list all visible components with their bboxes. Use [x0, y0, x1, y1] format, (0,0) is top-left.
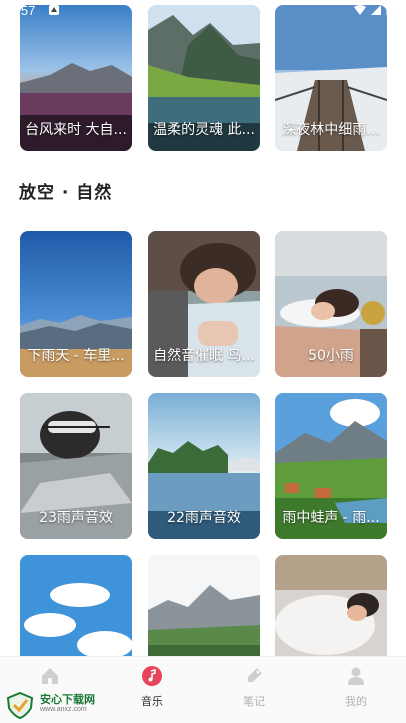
- watermark-url: www.anxz.com: [40, 706, 87, 713]
- sound-card[interactable]: 22雨声音效: [148, 393, 260, 539]
- sound-card[interactable]: 温柔的灵魂 此...: [148, 5, 260, 151]
- nav-label: 我的: [345, 695, 367, 708]
- section-title: 放空 · 自然: [19, 183, 113, 203]
- card-title: 自然音催眠 鸟...: [153, 348, 255, 364]
- card-title: 23雨声音效: [39, 510, 113, 526]
- card-title: 50小雨: [308, 348, 354, 364]
- status-time: 2:57: [10, 3, 36, 18]
- sound-card[interactable]: 23雨声音效: [20, 393, 132, 539]
- card-title: 下雨天 - 车里...: [27, 348, 125, 364]
- wifi-icon: [354, 5, 366, 15]
- note-icon: [248, 668, 262, 682]
- shield-icon: [6, 691, 34, 720]
- card-title: 台风来时 大自...: [25, 122, 127, 138]
- watermark-logo: 安心下载网 www.anxz.com: [4, 691, 116, 720]
- signal-icon: [371, 5, 381, 15]
- sound-card[interactable]: 台风来时 大自...: [20, 5, 132, 151]
- nav-music[interactable]: 音乐: [112, 665, 192, 709]
- status-bar: 2:57: [0, 0, 406, 22]
- nav-label: 音乐: [141, 695, 163, 708]
- card-title: 温柔的灵魂 此...: [153, 122, 255, 138]
- profile-icon: [348, 667, 364, 685]
- card-title: 雨中蛙声 - 雨...: [282, 510, 380, 526]
- home-icon: [42, 668, 58, 684]
- watermark-brand: 安心下载网: [40, 693, 95, 706]
- sound-card[interactable]: 下雨天 - 车里...: [20, 231, 132, 377]
- sound-card[interactable]: 深夜林中细雨...: [275, 5, 387, 151]
- battery-icon: [386, 4, 394, 16]
- card-title: 22雨声音效: [167, 510, 241, 526]
- sound-card[interactable]: 自然音催眠 鸟...: [148, 231, 260, 377]
- nav-home[interactable]: [10, 665, 90, 693]
- nav-label: 笔记: [243, 695, 265, 708]
- nav-notes[interactable]: 笔记: [214, 665, 294, 709]
- card-title: 深夜林中细雨...: [282, 122, 380, 138]
- sound-card[interactable]: 雨中蛙声 - 雨...: [275, 393, 387, 539]
- notification-icon: [49, 5, 59, 15]
- nav-profile[interactable]: 我的: [316, 665, 396, 709]
- music-icon: [142, 666, 162, 686]
- sound-card[interactable]: 50小雨: [275, 231, 387, 377]
